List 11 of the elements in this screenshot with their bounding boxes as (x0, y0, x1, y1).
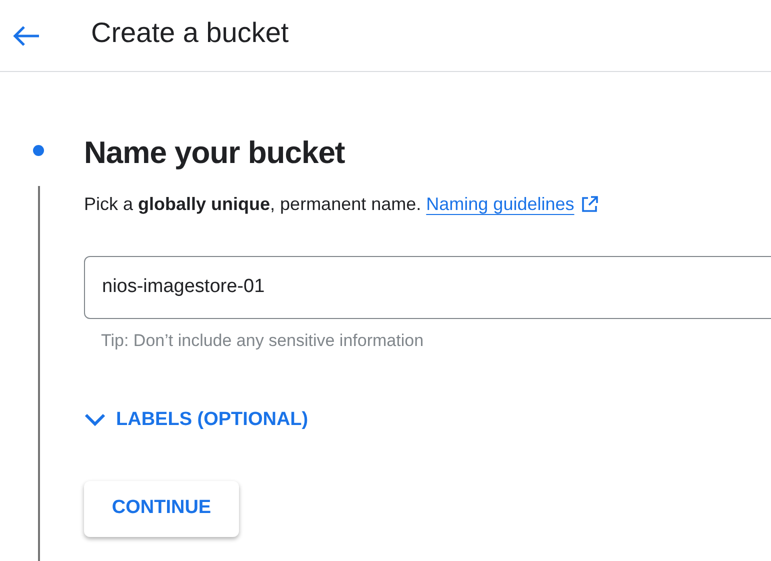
chevron-icon (84, 413, 106, 428)
continue-button[interactable]: CONTINUE (84, 480, 239, 536)
external-link-icon (582, 196, 598, 212)
bucket-name-field[interactable]: nios-imagestore-01 (84, 256, 771, 318)
description-text: Pick a globally unique, permanent name. Naming guidelines (84, 190, 771, 218)
naming-guidelines-link[interactable]: Naming guidelines (426, 194, 574, 214)
page-title: Create a bucket (91, 16, 289, 50)
field-hint: Tip: Don’t include any sensitive information (101, 330, 425, 352)
back-arrow-icon (12, 24, 40, 46)
labels-toggle[interactable]: LABELS (OPTIONAL) (84, 406, 308, 434)
step-title: Name your bucket (84, 134, 346, 172)
